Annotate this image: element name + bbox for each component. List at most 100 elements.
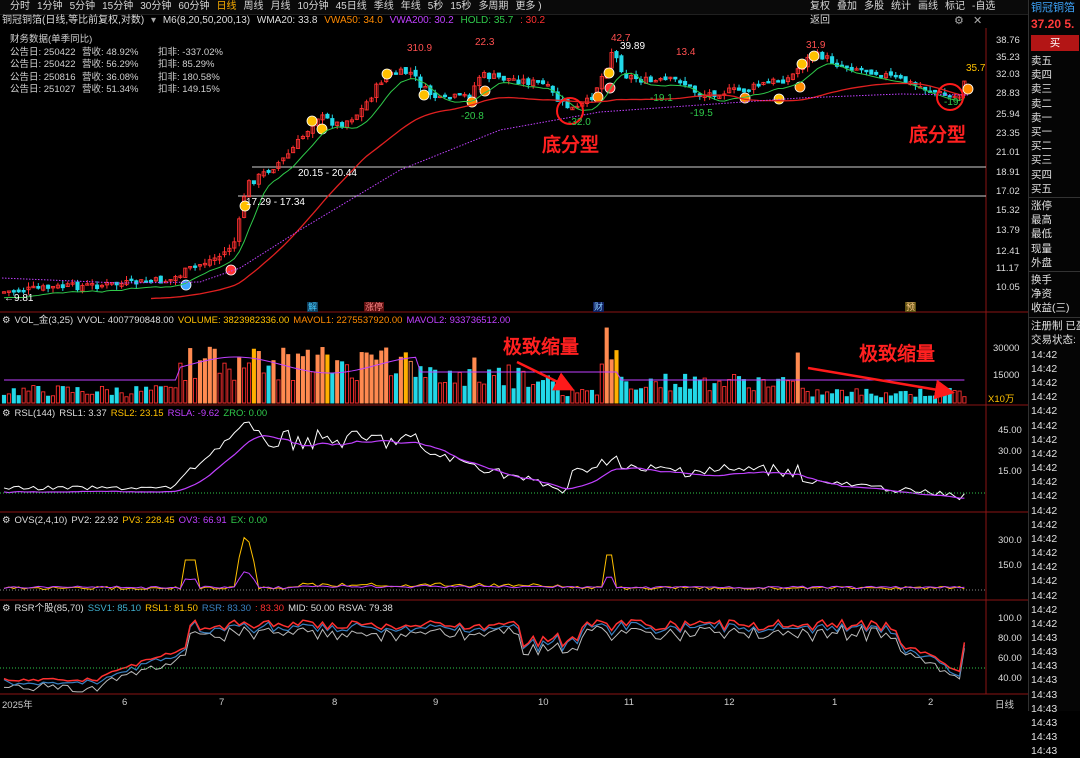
volume-bar [467, 369, 472, 404]
rsl-axis-tick: 15.00 [998, 466, 1022, 477]
volume-bar [516, 367, 521, 404]
candle-body [830, 56, 835, 64]
x-axis-month: 8 [332, 697, 338, 708]
candle-body [393, 72, 399, 75]
volume-bar [565, 396, 570, 404]
volume-bar [766, 386, 771, 404]
volume-bar [653, 381, 658, 404]
candle-body [849, 66, 854, 71]
volume-bar [663, 373, 668, 404]
tick-time: 14:42 [1031, 617, 1058, 630]
rsl1-line [3, 421, 965, 501]
volume-bar [526, 386, 531, 404]
volume-bar [491, 375, 497, 404]
x-axis-month: 10 [538, 697, 549, 708]
candle-body [683, 81, 688, 86]
settings-icon[interactable]: ⚙ [2, 315, 11, 326]
event-tag[interactable]: 解 [307, 302, 319, 312]
trade-status: 交易状态: [1031, 334, 1076, 347]
volume-bar [619, 376, 624, 404]
ovs-header: ⚙ OVS(2,4,10) PV2: 22.92 PV3: 228.45 OV3: 66… [0, 514, 271, 527]
stock-name[interactable]: 铜冠铜箔 [1029, 0, 1080, 16]
event-tag[interactable]: 财 [593, 302, 605, 312]
volume-bar [717, 380, 722, 404]
settings-icon[interactable]: ⚙ [2, 603, 11, 614]
candle-body [932, 89, 938, 93]
candle-body [193, 265, 198, 268]
volume-bar [55, 385, 60, 404]
volume-bar [21, 387, 26, 404]
volume-bar [271, 360, 276, 404]
settings-icon[interactable]: ⚙ [2, 515, 11, 526]
volume-bar [496, 367, 501, 404]
volume-bar [237, 357, 242, 404]
candle-body [46, 284, 51, 289]
candle-body [330, 118, 335, 126]
candle-body [516, 79, 521, 85]
order-book-level: 卖五 [1031, 55, 1052, 67]
volume-bar [883, 392, 889, 404]
signal-marker [418, 89, 430, 101]
rsr-value: RSR: 83.30 [201, 603, 252, 614]
rsr-axis-tick: 80.00 [998, 633, 1022, 644]
candle-body [423, 85, 428, 89]
ex-value: EX: 0.00 [230, 515, 268, 526]
candle-body [864, 69, 869, 73]
volume-bar [403, 352, 408, 404]
peak-price-label: 39.89 [620, 41, 646, 52]
rsr-line [3, 618, 966, 683]
volume-bar [830, 393, 835, 404]
volume-bar [594, 394, 599, 404]
price-axis-tick: 11.17 [996, 263, 1020, 274]
volume-bar [183, 380, 188, 404]
volume-bar [251, 348, 256, 404]
volume-bar [344, 364, 350, 404]
volume-bar [687, 388, 693, 404]
price-axis-tick: 21.01 [996, 147, 1020, 158]
pv2-value: PV2: 22.92 [71, 515, 119, 526]
volume-bar [575, 392, 580, 404]
tick-time: 14:43 [1031, 731, 1058, 744]
volume-bar [374, 359, 379, 404]
volume-bar [668, 390, 673, 404]
hold-value-label: 35.7 [966, 63, 986, 74]
signal-marker [592, 91, 604, 103]
rsl1-value: RSL1: 81.50 [145, 603, 198, 614]
trough-label: -19.1 [650, 93, 673, 104]
volume-bar [433, 369, 438, 404]
volume-bar [942, 394, 947, 404]
candle-body [16, 289, 21, 293]
volume-bar [795, 352, 800, 404]
moving-average-lines [1, 63, 969, 300]
range-label: 20.15 - 20.44 [298, 168, 357, 179]
volume-bar [913, 396, 918, 404]
volume-bar [624, 381, 629, 404]
order-book-level: 卖一 [1031, 111, 1052, 124]
event-tag[interactable]: 预 [905, 302, 917, 312]
volume-bar [364, 352, 369, 404]
settings-icon[interactable]: ⚙ [2, 408, 11, 419]
volume-bar [511, 388, 516, 404]
price-change: 5. [1064, 17, 1075, 31]
volume-bar [320, 347, 325, 404]
volume-bar [75, 387, 80, 404]
signal-marker [603, 67, 615, 79]
volume-bar [785, 380, 791, 404]
candle-body [95, 284, 100, 290]
tick-time: 14:42 [1031, 575, 1058, 588]
volume-bar [692, 376, 697, 404]
candle-body [148, 279, 154, 283]
volume-bar [923, 395, 928, 404]
volume-bar [898, 391, 903, 404]
volume-bar [893, 393, 898, 404]
mavol1-value: MAVOL1: 2275537920.00 [293, 315, 403, 326]
tick-time: 14:43 [1031, 660, 1058, 673]
volume-bar [736, 376, 742, 404]
volume-bar [95, 391, 100, 404]
tick-time: 14:42 [1031, 433, 1058, 446]
event-tag[interactable]: 涨停 [364, 302, 385, 312]
volume-bar [134, 386, 139, 404]
signal-marker [962, 83, 974, 95]
buy-button[interactable]: 买 [1031, 35, 1079, 51]
vwa200-line [1, 93, 969, 284]
